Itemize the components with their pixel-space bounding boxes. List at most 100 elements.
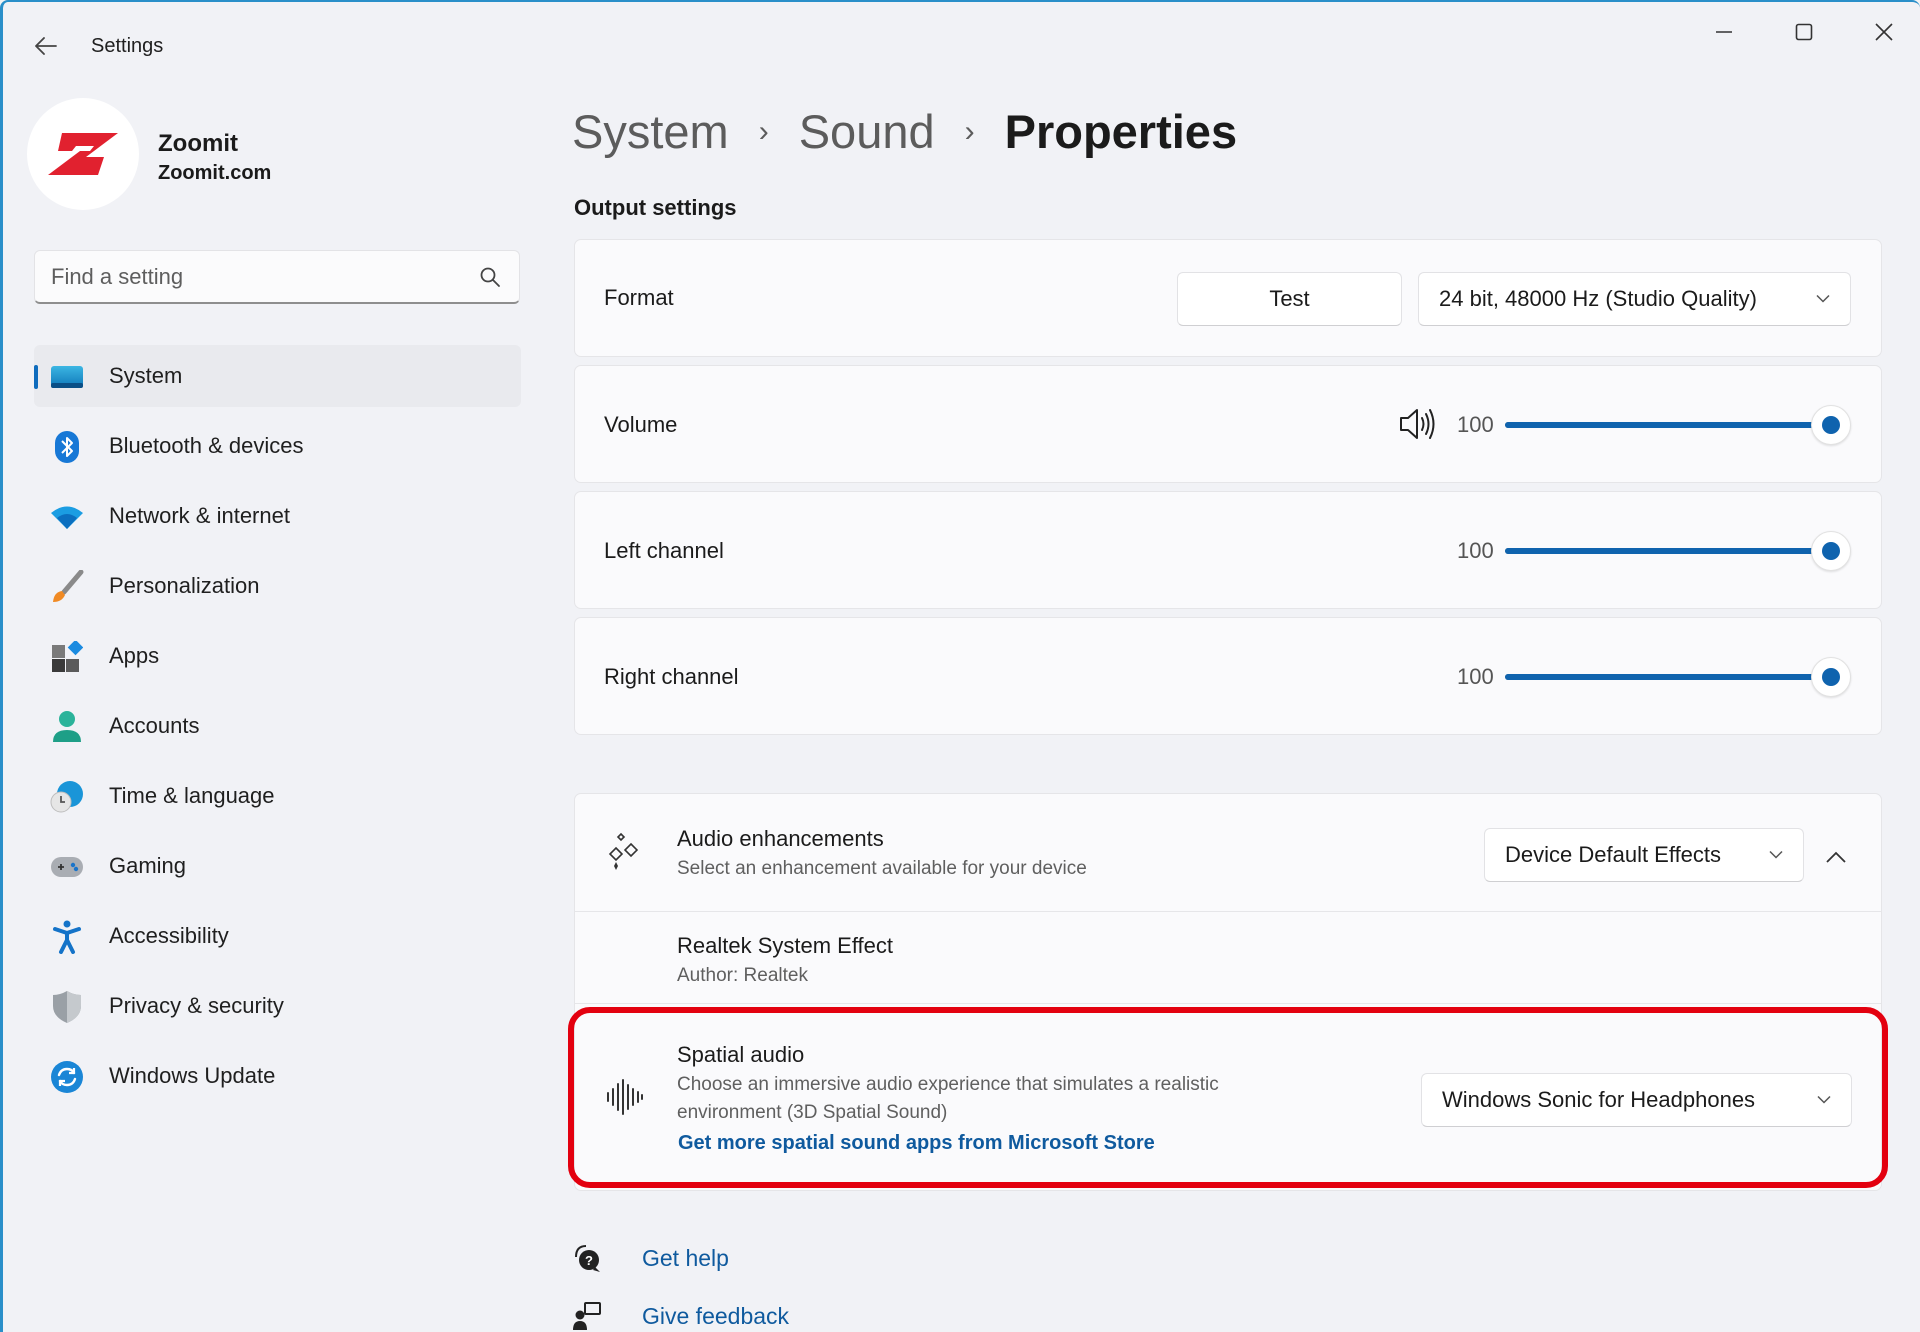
accessibility-icon (50, 920, 84, 954)
page-title: Properties (1004, 105, 1238, 158)
app-title: Settings (91, 35, 164, 57)
enhancements-dropdown[interactable]: Device Default Effects (1484, 828, 1804, 882)
close-button[interactable] (1849, 14, 1919, 50)
slider-thumb[interactable] (1811, 657, 1851, 697)
sidebar-item-accessibility[interactable]: Accessibility (34, 905, 521, 967)
divider (575, 1003, 1881, 1004)
feedback-icon (570, 1299, 604, 1332)
audio-enhancements-description: Select an enhancement available for your… (677, 858, 1087, 879)
left-channel-slider[interactable] (1505, 531, 1851, 571)
sidebar-item-accounts[interactable]: Accounts (34, 695, 521, 757)
left-channel-card: Left channel 100 (574, 491, 1882, 609)
right-channel-card: Right channel 100 (574, 617, 1882, 735)
sidebar-item-gaming[interactable]: Gaming (34, 835, 521, 897)
sidebar-item-bluetooth[interactable]: Bluetooth & devices (34, 415, 521, 477)
sidebar-item-label: Network & internet (109, 503, 290, 528)
search-icon[interactable] (479, 266, 501, 288)
title-bar: Settings (3, 2, 1920, 90)
spatial-audio-description-line2: environment (3D Spatial Sound) (677, 1102, 948, 1123)
breadcrumb-chevron-icon: › (758, 114, 769, 148)
sidebar-item-system[interactable]: System (34, 345, 521, 407)
volume-slider[interactable] (1505, 405, 1851, 445)
spatial-audio-title: Spatial audio (677, 1042, 805, 1067)
give-feedback-link[interactable]: Give feedback (570, 1299, 789, 1332)
avatar[interactable] (27, 98, 139, 210)
sidebar-item-label: System (109, 363, 183, 388)
sidebar-item-windows-update[interactable]: Windows Update (34, 1045, 521, 1107)
right-channel-value: 100 (1457, 664, 1494, 689)
test-button[interactable]: Test (1177, 272, 1402, 326)
search-input[interactable] (51, 251, 471, 303)
spatial-audio-description-line1: Choose an immersive audio experience tha… (677, 1074, 1219, 1095)
divider (575, 911, 1881, 912)
back-arrow-icon (35, 37, 57, 55)
profile-name: Zoomit (158, 130, 238, 157)
right-channel-label: Right channel (604, 664, 739, 689)
speaker-icon[interactable] (1398, 406, 1438, 442)
audio-enhancements-title: Audio enhancements (677, 826, 884, 851)
sidebar-item-apps[interactable]: Apps (34, 625, 521, 687)
gamepad-icon (50, 850, 84, 884)
breadcrumb: System › Sound › Properties (572, 104, 1237, 159)
effect-author: Author: Realtek (677, 965, 808, 986)
sidebar-item-label: Gaming (109, 853, 187, 878)
collapse-button[interactable] (1816, 839, 1856, 875)
sparkle-icon (608, 832, 639, 870)
bluetooth-icon (50, 430, 84, 464)
sidebar-item-network[interactable]: Network & internet (34, 485, 521, 547)
get-help-link[interactable]: ? Get help (570, 1241, 729, 1275)
audio-enhancements-card: Audio enhancements Select an enhancement… (574, 793, 1882, 1191)
volume-label: Volume (604, 412, 678, 437)
format-dropdown[interactable]: 24 bit, 48000 Hz (Studio Quality) (1418, 272, 1851, 326)
format-label: Format (604, 285, 674, 310)
sidebar-item-label: Bluetooth & devices (109, 433, 304, 458)
get-help-label: Get help (642, 1244, 729, 1271)
zoomit-logo-icon (48, 133, 118, 175)
maximize-button[interactable] (1769, 14, 1839, 50)
effect-name: Realtek System Effect (677, 933, 894, 958)
sidebar-item-label: Privacy & security (109, 993, 284, 1018)
spatial-audio-dropdown[interactable]: Windows Sonic for Headphones (1421, 1073, 1852, 1127)
sidebar-item-label: Time & language (109, 783, 275, 808)
section-title-output: Output settings (574, 195, 737, 220)
slider-thumb[interactable] (1811, 531, 1851, 571)
chevron-down-icon (1817, 1095, 1831, 1104)
breadcrumb-chevron-icon: › (964, 114, 975, 148)
paintbrush-icon (50, 570, 84, 604)
sidebar-item-personalization[interactable]: Personalization (34, 555, 521, 617)
settings-window: Settings Zoomit Zoomit.com System (0, 0, 1920, 1332)
minimize-button[interactable] (1689, 14, 1759, 50)
close-icon (1875, 23, 1893, 41)
left-channel-label: Left channel (604, 538, 724, 563)
svg-text:?: ? (585, 1253, 593, 1268)
volume-card: Volume 100 (574, 365, 1882, 483)
audio-wave-icon (607, 1079, 643, 1115)
give-feedback-label: Give feedback (642, 1302, 790, 1329)
slider-fill (1505, 422, 1831, 428)
sidebar-item-label: Accessibility (109, 923, 229, 948)
slider-fill (1505, 674, 1831, 680)
sidebar-item-privacy[interactable]: Privacy & security (34, 975, 521, 1037)
breadcrumb-sound[interactable]: Sound (799, 104, 935, 159)
slider-fill (1505, 548, 1831, 554)
spatial-audio-dropdown-value: Windows Sonic for Headphones (1442, 1087, 1756, 1112)
search-box[interactable] (34, 250, 520, 304)
chevron-down-icon (1816, 294, 1830, 303)
account-icon (50, 710, 84, 744)
format-card: Format Test 24 bit, 48000 Hz (Studio Qua… (574, 239, 1882, 357)
sidebar-item-label: Windows Update (109, 1063, 276, 1088)
system-icon (50, 360, 84, 394)
right-channel-slider[interactable] (1505, 657, 1851, 697)
sidebar-item-label: Apps (109, 643, 160, 668)
chevron-up-icon (1826, 851, 1846, 863)
breadcrumb-system[interactable]: System (572, 104, 729, 159)
back-button[interactable] (27, 28, 65, 64)
maximize-icon (1795, 23, 1813, 41)
sidebar-item-time-language[interactable]: Time & language (34, 765, 521, 827)
volume-value: 100 (1457, 412, 1494, 437)
sidebar-nav: System Bluetooth & devices Network & int… (34, 345, 521, 1115)
wifi-icon (50, 500, 84, 534)
left-channel-value: 100 (1457, 538, 1494, 563)
microsoft-store-link[interactable]: Get more spatial sound apps from Microso… (678, 1132, 1155, 1155)
slider-thumb[interactable] (1811, 405, 1851, 445)
